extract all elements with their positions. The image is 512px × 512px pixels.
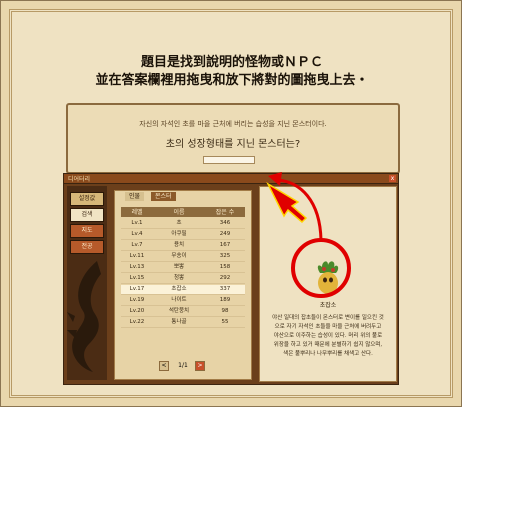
cell-count: 98	[221, 308, 229, 314]
table-row[interactable]: Lv.20 석탄뭉치 98	[121, 307, 245, 317]
table-row[interactable]: Lv.19 나이트 189	[121, 296, 245, 306]
question-panel: 자신의 자석인 초를 마을 근처에 버리는 습성을 지닌 몬스터이다. 초의 성…	[66, 103, 400, 174]
table-row[interactable]: Lv.17 초잡소 337	[121, 285, 245, 295]
instruction-line-2: 並在答案欄裡用拖曳和放下將對的圖拖曳上去・	[95, 73, 369, 88]
dictionary-title-bar[interactable]: 디어터리 x	[64, 174, 398, 184]
cell-name: 초잡소	[171, 286, 187, 292]
cell-count: 167	[219, 242, 231, 248]
sidebar-button-major[interactable]: 전공	[70, 240, 104, 254]
cell-count: 189	[219, 297, 231, 303]
cell-level: Lv.22	[129, 319, 145, 325]
column-header-count: 잡은 수	[215, 209, 235, 216]
table-row[interactable]: Lv.7 용치 167	[121, 241, 245, 251]
table-row[interactable]: Lv.13 뽀뽕 158	[121, 263, 245, 273]
cell-name: 용치	[173, 242, 185, 248]
instruction-line-1: 題目是找到說明的怪物或ＮＰＣ	[140, 55, 323, 70]
close-icon[interactable]: x	[389, 175, 396, 182]
cell-level: Lv.17	[129, 286, 145, 292]
next-page-button[interactable]: >	[195, 361, 205, 371]
table-row[interactable]: Lv.4 아쿠필 249	[121, 230, 245, 240]
cell-count: 325	[219, 253, 231, 259]
cell-count: 249	[219, 231, 231, 237]
table-header: 레벨 이름 잡은 수	[121, 207, 245, 217]
pagination: < 1/1 >	[159, 361, 207, 371]
monster-name: 초잡소	[319, 302, 337, 309]
tab-characters[interactable]: 인물	[125, 192, 145, 201]
cell-count: 346	[219, 220, 231, 226]
cell-name: 나이트	[171, 297, 187, 303]
table-row[interactable]: Lv.15 청뽕 292	[121, 274, 245, 284]
monster-portrait-icon[interactable]	[312, 259, 344, 297]
cell-level: Lv.11	[129, 253, 145, 259]
monster-description: 야산 일대의 잡초들이 몬스터로 변이를 일으킨 것으로 자기 자석인 초들을 …	[272, 315, 384, 357]
cell-level: Lv.15	[129, 275, 145, 281]
question-description: 자신의 자석인 초를 마을 근처에 버리는 습성을 지닌 몬스터이다.	[139, 120, 327, 128]
column-header-name: 이름	[173, 209, 185, 216]
cell-count: 292	[219, 275, 231, 281]
cell-name: 뽀뽕	[173, 264, 185, 270]
dictionary-sidebar: 설정값 검색 지도 전공	[67, 186, 107, 380]
tab-monsters[interactable]: 몬스터	[151, 192, 176, 201]
cell-name: 통나골	[171, 319, 187, 325]
cell-level: Lv.4	[131, 231, 143, 237]
quiz-frame: 題目是找到說明的怪物或ＮＰＣ 並在答案欄裡用拖曳和放下將對的圖拖曳上去・ 자신의…	[0, 0, 462, 407]
table-row[interactable]: Lv.1 초 346	[121, 219, 245, 229]
cell-name: 초	[176, 220, 182, 226]
table-row[interactable]: Lv.11 무송이 325	[121, 252, 245, 262]
dictionary-title: 디어터리	[68, 176, 91, 183]
cell-name: 청뽕	[173, 275, 185, 281]
sidebar-button-map[interactable]: 지도	[70, 224, 104, 238]
sidebar-button-search[interactable]: 검색	[70, 208, 104, 222]
cell-level: Lv.1	[131, 220, 143, 226]
page-indicator: 1/1	[178, 362, 188, 369]
monster-detail-panel: 초잡소 야산 일대의 잡초들이 몬스터로 변이를 일으킨 것으로 자기 자석인 …	[259, 186, 397, 382]
table-row[interactable]: Lv.22 통나골 55	[121, 318, 245, 328]
cell-name: 석탄뭉치	[168, 308, 190, 314]
monster-list-panel: 인물 몬스터 레벨 이름 잡은 수 Lv.1 초 346 Lv.4 아쿠필 249 Lv.7…	[114, 190, 252, 380]
cell-level: Lv.7	[131, 242, 143, 248]
monster-dictionary-window: 디어터리 x 설정값 검색 지도 전공 인물 몬스터 레벨 이름 잡은 수 Lv…	[63, 173, 399, 385]
answer-drop-field[interactable]	[203, 156, 255, 164]
column-header-level: 레벨	[131, 209, 143, 216]
cell-name: 아쿠필	[171, 231, 187, 237]
question-text: 초의 성장형태를 지닌 몬스터는?	[165, 139, 301, 150]
cell-level: Lv.13	[129, 264, 145, 270]
cell-name: 무송이	[171, 253, 187, 259]
cell-level: Lv.19	[129, 297, 145, 303]
cell-count: 158	[219, 264, 231, 270]
dragon-emblem-icon	[67, 261, 101, 372]
prev-page-button[interactable]: <	[159, 361, 169, 371]
cell-count: 337	[219, 286, 231, 292]
sidebar-button-settings[interactable]: 설정값	[70, 192, 104, 206]
cell-count: 55	[221, 319, 229, 325]
cell-level: Lv.20	[129, 308, 145, 314]
